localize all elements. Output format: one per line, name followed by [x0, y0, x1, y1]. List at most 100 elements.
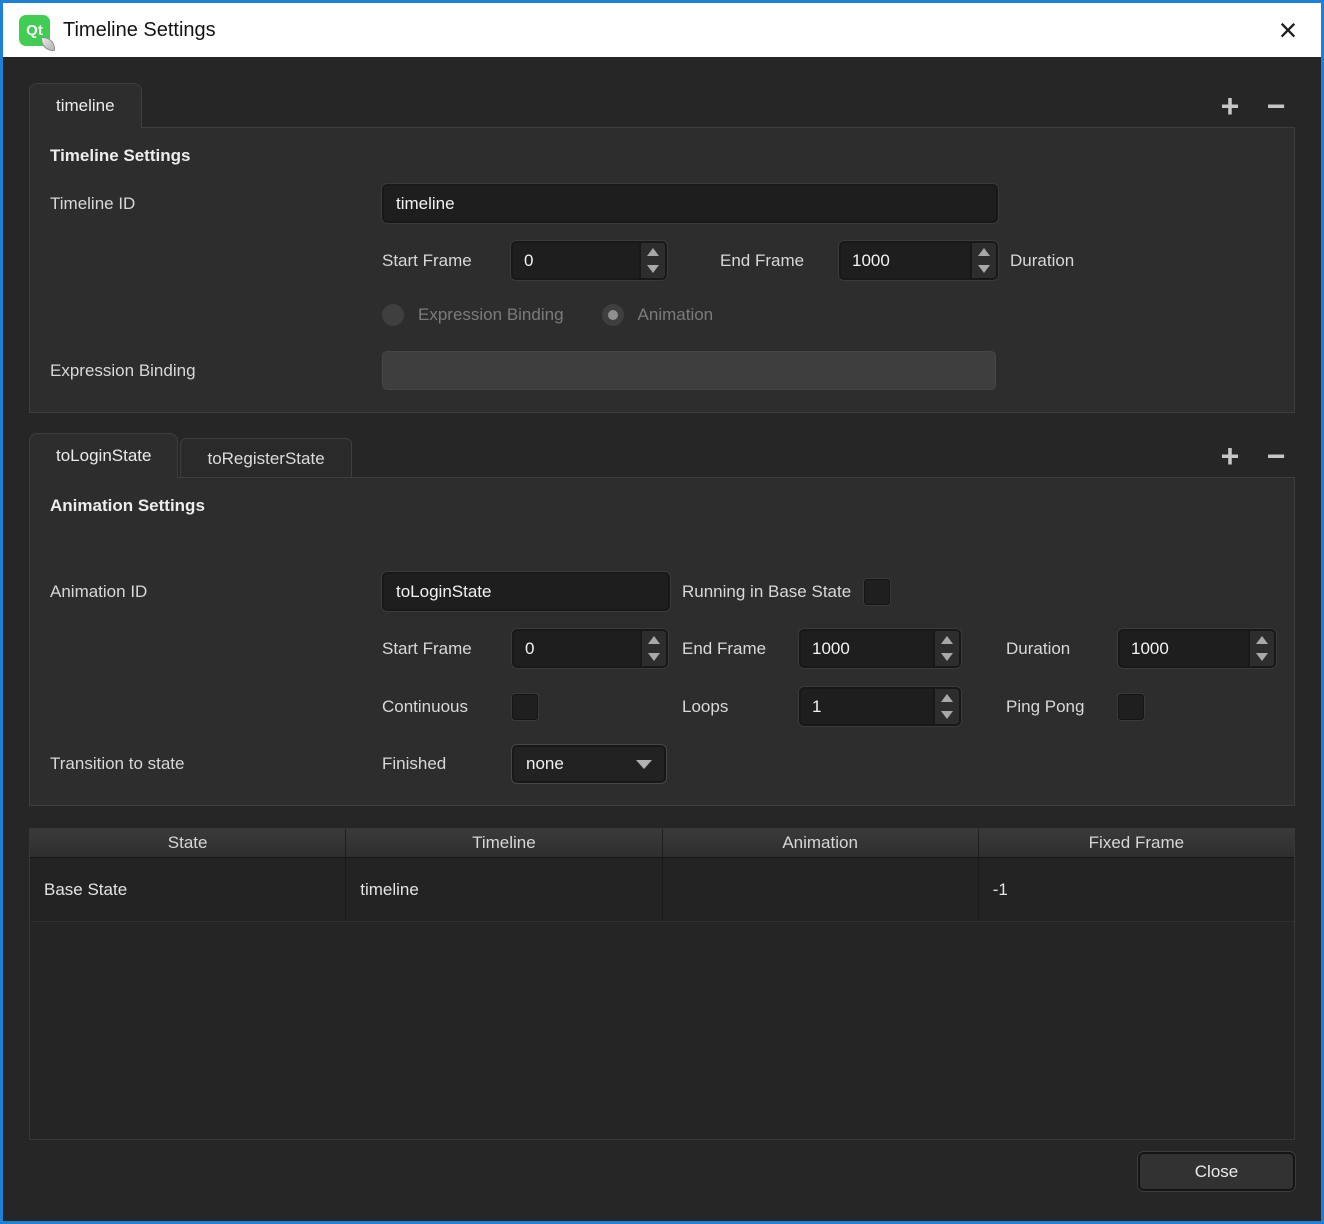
qt-logo-text: Qt	[26, 22, 43, 39]
timeline-settings-panel: Timeline Settings Timeline ID Start Fram…	[29, 127, 1295, 413]
timeline-settings-dialog: Qt Timeline Settings × timeline + − Time…	[0, 0, 1324, 1224]
transition-fields: Finished none	[382, 745, 1274, 783]
column-header-fixed-frame[interactable]: Fixed Frame	[979, 829, 1294, 857]
spin-down-button[interactable]	[935, 649, 959, 667]
loops-row: Continuous Loops 1 Ping Pong	[50, 687, 1274, 726]
finished-value: none	[526, 754, 636, 774]
end-frame-value: 1000	[801, 631, 933, 666]
duration-value: 1000	[1120, 631, 1248, 666]
titlebar: Qt Timeline Settings ×	[3, 3, 1321, 57]
spin-up-button[interactable]	[935, 631, 959, 649]
window-close-button[interactable]: ×	[1265, 7, 1311, 53]
dialog-body: timeline + − Timeline Settings Timeline …	[3, 57, 1321, 1221]
end-frame-label: End Frame	[682, 639, 799, 659]
cell-animation[interactable]	[663, 858, 979, 921]
animation-end-frame-spinbox[interactable]: 1000	[799, 629, 961, 668]
animation-id-fields: Running in Base State	[382, 572, 1274, 611]
spin-up-button[interactable]	[642, 631, 666, 649]
loops-fields: Continuous Loops 1 Ping Pong	[382, 687, 1274, 726]
animation-tab-actions: + −	[1211, 440, 1295, 478]
section-gap	[29, 413, 1295, 433]
timeline-settings-heading: Timeline Settings	[50, 146, 1274, 166]
frames-fields: Start Frame 0 End Frame 1000	[382, 241, 1274, 280]
dialog-footer: Close	[29, 1152, 1295, 1205]
running-in-base-state-label: Running in Base State	[682, 582, 851, 602]
tab-toregisterstate[interactable]: toRegisterState	[180, 438, 351, 478]
spin-down-button[interactable]	[972, 261, 996, 279]
animation-duration-spinbox[interactable]: 1000	[1118, 629, 1276, 668]
qt-logo-icon: Qt	[19, 15, 50, 46]
start-frame-value: 0	[514, 631, 640, 666]
timeline-end-frame-spinbox[interactable]: 1000	[839, 241, 998, 280]
tab-tologinstate[interactable]: toLoginState	[29, 433, 178, 478]
timeline-id-input[interactable]	[382, 184, 998, 223]
loops-value: 1	[801, 689, 933, 724]
transition-to-state-label: Transition to state	[50, 754, 382, 774]
binding-mode-radios: Expression Binding Animation	[382, 304, 1274, 326]
end-frame-label: End Frame	[720, 251, 839, 271]
states-table-header: State Timeline Animation Fixed Frame	[30, 829, 1294, 858]
animation-radio	[602, 304, 624, 326]
spin-up-button[interactable]	[972, 243, 996, 261]
tab-timeline[interactable]: timeline	[29, 83, 142, 128]
timeline-start-frame-spinbox[interactable]: 0	[511, 241, 667, 280]
remove-timeline-button[interactable]: −	[1257, 90, 1295, 122]
end-frame-value: 1000	[841, 243, 970, 278]
running-in-base-state-checkbox[interactable]	[864, 579, 890, 605]
spin-up-button[interactable]	[641, 243, 665, 261]
timeline-frames-row: Start Frame 0 End Frame 1000	[50, 241, 1274, 280]
loops-spinbox[interactable]: 1	[799, 687, 961, 726]
expression-binding-radio	[382, 304, 404, 326]
finished-dropdown[interactable]: none	[512, 745, 666, 783]
cell-timeline[interactable]: timeline	[346, 858, 662, 921]
duration-label: Duration	[1006, 639, 1118, 659]
column-header-state[interactable]: State	[30, 829, 346, 857]
spin-up-button[interactable]	[935, 689, 959, 707]
spin-up-button[interactable]	[1250, 631, 1274, 649]
animation-radio-label: Animation	[638, 305, 714, 325]
close-button[interactable]: Close	[1138, 1152, 1295, 1191]
binding-mode-row: Expression Binding Animation	[50, 304, 1274, 326]
spin-down-button[interactable]	[935, 707, 959, 725]
start-frame-value: 0	[513, 243, 639, 278]
spin-down-button[interactable]	[641, 261, 665, 279]
cell-fixed-frame[interactable]: -1	[979, 858, 1294, 921]
cell-state[interactable]: Base State	[30, 858, 346, 921]
spin-buttons	[640, 631, 666, 666]
remove-animation-button[interactable]: −	[1257, 440, 1295, 472]
expression-binding-radio-label: Expression Binding	[418, 305, 564, 325]
continuous-checkbox[interactable]	[512, 694, 538, 720]
animation-id-input[interactable]	[382, 572, 670, 611]
expression-binding-label: Expression Binding	[50, 361, 382, 381]
spin-buttons	[970, 243, 996, 278]
timeline-id-label: Timeline ID	[50, 194, 382, 214]
transition-row: Transition to state Finished none	[50, 745, 1274, 783]
table-row[interactable]: Base State timeline -1	[30, 858, 1294, 922]
spin-buttons	[639, 243, 665, 278]
add-timeline-button[interactable]: +	[1211, 90, 1249, 122]
timeline-tab-bar: timeline + −	[29, 83, 1295, 128]
expression-binding-row: Expression Binding	[50, 351, 1274, 390]
duration-label: Duration	[1010, 251, 1074, 271]
finished-label: Finished	[382, 754, 512, 774]
qt-leaf-icon	[41, 37, 55, 51]
add-animation-button[interactable]: +	[1211, 440, 1249, 472]
animation-frames-fields: Start Frame 0 End Frame 1000	[382, 629, 1276, 668]
table-empty-area	[30, 922, 1294, 1139]
timeline-tab-actions: + −	[1211, 90, 1295, 128]
window-title: Timeline Settings	[63, 19, 216, 42]
loops-label: Loops	[682, 697, 799, 717]
states-table: State Timeline Animation Fixed Frame Bas…	[29, 828, 1295, 1140]
animation-start-frame-spinbox[interactable]: 0	[512, 629, 668, 668]
animation-settings-heading: Animation Settings	[50, 496, 1274, 516]
spin-down-button[interactable]	[1250, 649, 1274, 667]
spin-down-button[interactable]	[642, 649, 666, 667]
timeline-id-row: Timeline ID	[50, 184, 1274, 223]
ping-pong-checkbox[interactable]	[1118, 694, 1144, 720]
start-frame-label: Start Frame	[382, 251, 511, 271]
column-header-timeline[interactable]: Timeline	[346, 829, 662, 857]
chevron-down-icon	[636, 760, 652, 769]
column-header-animation[interactable]: Animation	[663, 829, 979, 857]
spin-buttons	[1248, 631, 1274, 666]
animation-id-row: Animation ID Running in Base State	[50, 572, 1274, 611]
